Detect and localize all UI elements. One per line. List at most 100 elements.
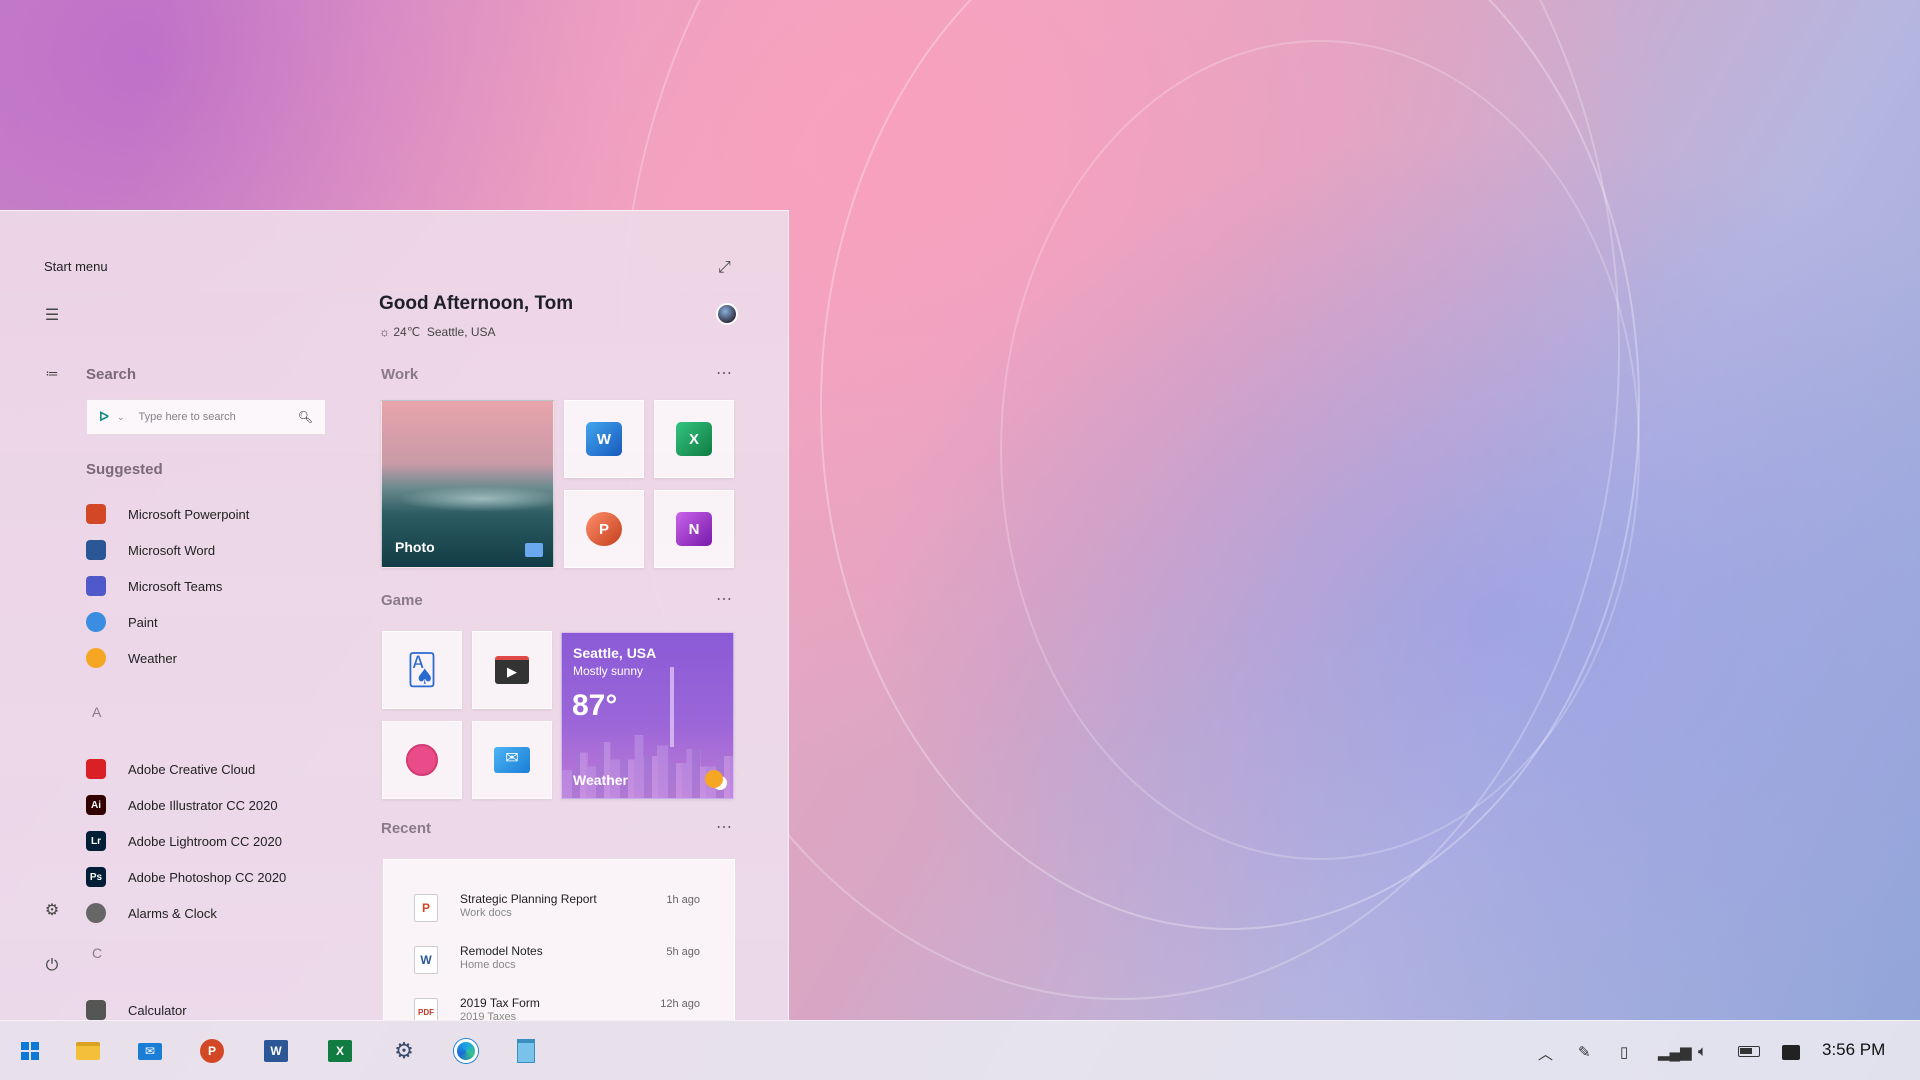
- solitaire-tile[interactable]: 🂡: [382, 631, 462, 709]
- mail-tile[interactable]: ✉: [472, 721, 552, 799]
- weather-icon: [86, 648, 106, 668]
- weather-tile-location: Seattle, USA: [573, 645, 657, 661]
- weather-tile-label: Weather: [573, 772, 628, 788]
- settings-gear-icon[interactable]: ⚙: [42, 901, 62, 921]
- game-more-icon[interactable]: ⋯: [716, 589, 733, 609]
- group-work-label: Work: [381, 366, 419, 383]
- hamburger-menu-icon[interactable]: ☰: [42, 306, 62, 326]
- show-hidden-icons-chevron-icon[interactable]: ︿: [1538, 1043, 1553, 1064]
- dribbble-icon: [406, 744, 438, 776]
- search-icon[interactable]: 🔍︎: [298, 410, 313, 424]
- edge-taskbar-icon[interactable]: [452, 1037, 480, 1065]
- photo-tile[interactable]: Photo: [381, 400, 554, 568]
- action-center-icon[interactable]: [1782, 1043, 1800, 1060]
- powerpoint-taskbar-icon[interactable]: P: [198, 1037, 226, 1065]
- suggested-app-item[interactable]: Microsoft Powerpoint: [86, 496, 336, 532]
- excel-tile[interactable]: X: [654, 400, 734, 478]
- weather-tile[interactable]: Seattle, USA Mostly sunny 87° Weather: [561, 632, 734, 799]
- app-list-item[interactable]: Adobe Creative Cloud: [86, 751, 336, 787]
- movies-tile[interactable]: ▶: [472, 631, 552, 709]
- section-letter-a[interactable]: A: [92, 704, 101, 720]
- search-input[interactable]: ᐅ ⌄ Type here to search 🔍︎: [86, 399, 326, 435]
- bing-icon: ᐅ: [99, 409, 109, 424]
- calculator-icon: [86, 1000, 106, 1020]
- file-explorer-taskbar-icon[interactable]: [74, 1037, 102, 1065]
- windows-logo-icon: [21, 1042, 39, 1060]
- word-taskbar-icon[interactable]: W: [262, 1037, 290, 1065]
- word-icon: [86, 540, 106, 560]
- weather-location: Seattle, USA: [426, 325, 496, 339]
- app-label: Alarms & Clock: [128, 905, 217, 921]
- dribbble-tile[interactable]: [382, 721, 462, 799]
- paint-icon: [86, 612, 106, 632]
- pen-icon[interactable]: ✎: [1578, 1043, 1591, 1061]
- word-icon: W: [586, 422, 622, 456]
- app-list-column: Search ᐅ ⌄ Type here to search 🔍︎ Sugges…: [86, 211, 346, 1020]
- recent-file-location: Work docs: [460, 907, 512, 919]
- volume-icon[interactable]: 🔈︎: [1698, 1043, 1707, 1060]
- suggested-app-item[interactable]: Microsoft Word: [86, 532, 336, 568]
- group-recent-label: Recent: [381, 820, 432, 837]
- user-avatar[interactable]: [716, 303, 738, 325]
- recent-file-item[interactable]: W Remodel Notes Home docs 5h ago: [384, 938, 736, 984]
- app-label: Adobe Illustrator CC 2020: [128, 797, 278, 813]
- onenote-tile[interactable]: N: [654, 490, 734, 568]
- lightroom-icon: Lr: [86, 831, 106, 851]
- section-letter-c[interactable]: C: [92, 945, 102, 961]
- suggested-app-item[interactable]: Paint: [86, 604, 336, 640]
- chevron-down-icon[interactable]: ⌄: [117, 412, 125, 423]
- all-apps-list-icon[interactable]: ≔: [42, 364, 62, 384]
- work-more-icon[interactable]: ⋯: [716, 363, 733, 383]
- recent-file-time: 12h ago: [660, 998, 700, 1010]
- recent-more-icon[interactable]: ⋯: [716, 817, 733, 837]
- suggested-app-item[interactable]: Microsoft Teams: [86, 568, 336, 604]
- film-play-icon: ▶: [495, 656, 529, 684]
- app-label: Adobe Photoshop CC 2020: [128, 869, 287, 885]
- search-heading: Search: [86, 366, 137, 383]
- mail-taskbar-icon[interactable]: ✉: [136, 1037, 164, 1065]
- windows-start-button[interactable]: [16, 1037, 44, 1065]
- wallpaper-swirl: [1000, 40, 1640, 860]
- word-tile[interactable]: W: [564, 400, 644, 478]
- network-signal-icon[interactable]: ▂▄▆: [1658, 1043, 1692, 1061]
- search-placeholder: Type here to search: [138, 411, 236, 423]
- powerpoint-file-icon: P: [414, 894, 438, 922]
- powerpoint-tile[interactable]: P: [564, 490, 644, 568]
- notepad-taskbar-icon[interactable]: [512, 1037, 540, 1065]
- greeting: Good Afternoon, Tom: [379, 293, 574, 314]
- app-label: Microsoft Word: [128, 542, 216, 558]
- app-label: Adobe Creative Cloud: [128, 761, 256, 777]
- app-list-item[interactable]: Calculator: [86, 992, 336, 1020]
- excel-icon: X: [676, 422, 712, 456]
- word-file-icon: W: [414, 946, 438, 974]
- app-list-item[interactable]: Alarms & Clock: [86, 895, 336, 931]
- start-menu: Start menu ☰ ≔ ⚙ ⏻ Search ᐅ ⌄ Type here …: [0, 210, 789, 1020]
- weather-summary: ☼ 24℃ Seattle, USA: [379, 325, 496, 339]
- suggested-app-item[interactable]: Weather: [86, 640, 336, 676]
- app-label: Microsoft Teams: [128, 578, 223, 594]
- expand-icon[interactable]: ⤢: [718, 259, 731, 277]
- wallpaper-swirl: [820, 0, 1640, 930]
- app-label: Adobe Lightroom CC 2020: [128, 833, 282, 849]
- excel-taskbar-icon[interactable]: X: [326, 1037, 354, 1065]
- taskbar: ✉ P W X ⚙ ︿ ✎ ▯ ▂▄▆ 🔈︎ 3:56 PM: [0, 1020, 1920, 1080]
- power-icon[interactable]: ⏻: [42, 956, 62, 976]
- photoshop-icon: Ps: [86, 867, 106, 887]
- sun-icon: ☼: [379, 325, 390, 339]
- app-list-item[interactable]: Lr Adobe Lightroom CC 2020: [86, 823, 336, 859]
- battery-icon[interactable]: [1738, 1043, 1760, 1057]
- photo-tile-label: Photo: [395, 539, 435, 555]
- sun-cloud-icon: [705, 770, 723, 788]
- usb-device-icon[interactable]: ▯: [1620, 1043, 1628, 1061]
- app-list-item[interactable]: Ai Adobe Illustrator CC 2020: [86, 787, 336, 823]
- settings-taskbar-icon[interactable]: ⚙: [390, 1037, 418, 1065]
- weather-tile-temp: 87°: [572, 689, 618, 722]
- recent-file-item[interactable]: P Strategic Planning Report Work docs 1h ag…: [384, 886, 736, 932]
- pdf-file-icon: PDF: [414, 998, 438, 1020]
- taskbar-clock[interactable]: 3:56 PM: [1822, 1040, 1885, 1060]
- cards-icon: 🂡: [406, 653, 438, 687]
- recent-file-item[interactable]: PDF 2019 Tax Form 2019 Taxes 12h ago: [384, 990, 736, 1020]
- weather-tile-condition: Mostly sunny: [573, 664, 644, 678]
- app-list-item[interactable]: Ps Adobe Photoshop CC 2020: [86, 859, 336, 895]
- recent-file-location: 2019 Taxes: [460, 1011, 517, 1020]
